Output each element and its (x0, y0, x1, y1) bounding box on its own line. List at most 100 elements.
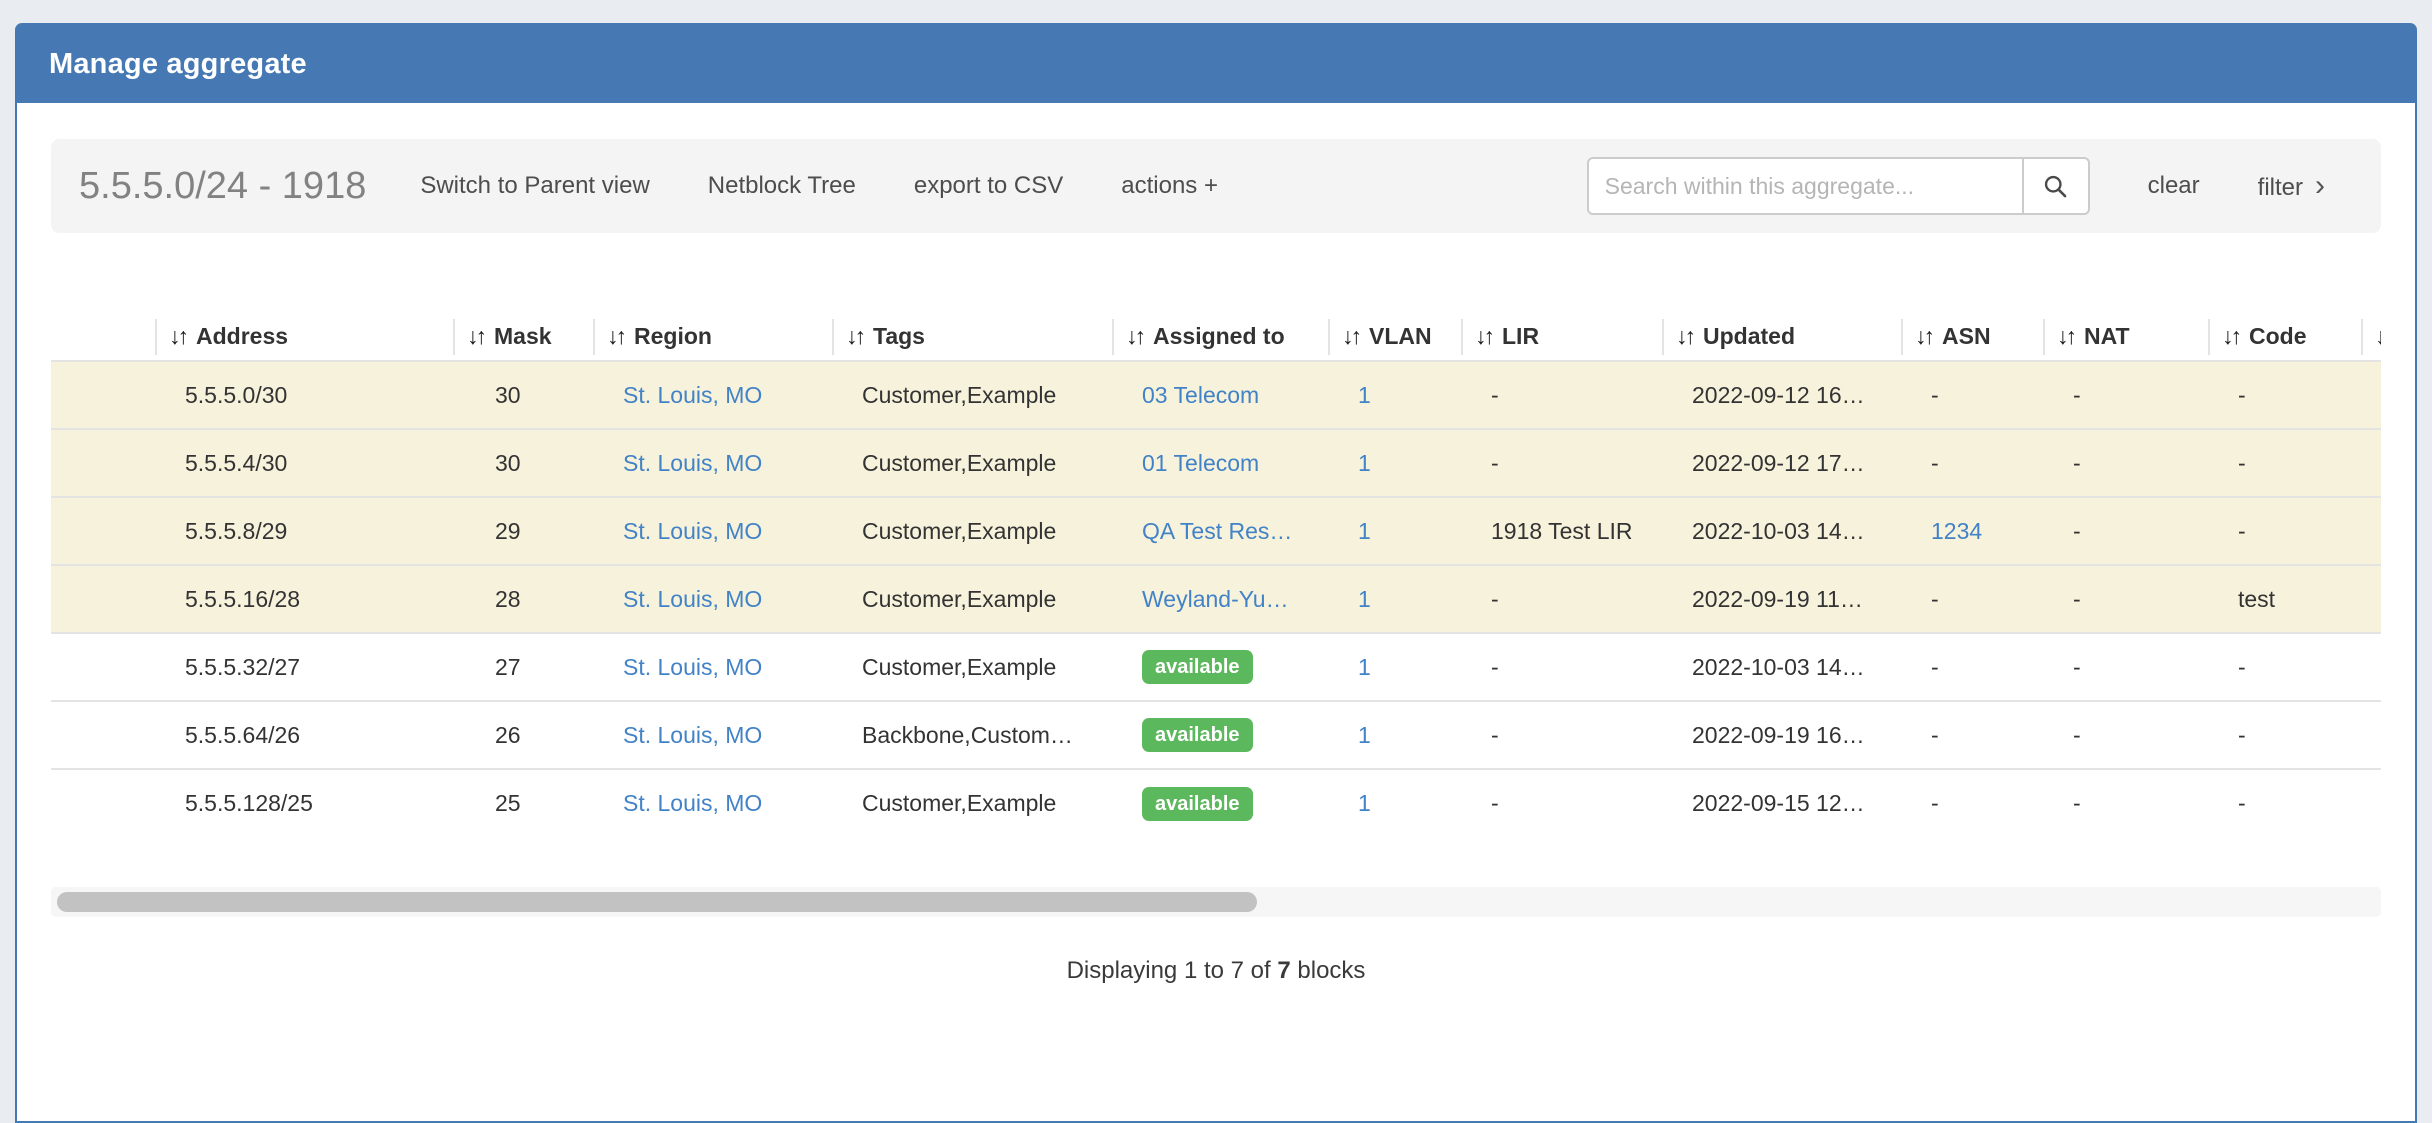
cell-region: St. Louis, MO (593, 565, 832, 633)
vlan-link[interactable]: 1 (1358, 382, 1371, 408)
vlan-link[interactable]: 1 (1358, 518, 1371, 544)
asn-link[interactable]: 1234 (1931, 518, 1982, 544)
table-row: 5.5.5.8/2929St. Louis, MOCustomer,Exampl… (51, 497, 2381, 565)
cell-asn: - (1901, 633, 2043, 701)
cell-updated: 2022-09-19 16… (1662, 701, 1901, 769)
cell-mask: 29 (453, 497, 593, 565)
cell-code: - (2208, 361, 2361, 429)
column-label: LIR (1502, 323, 1539, 349)
available-badge: available (1142, 718, 1253, 752)
search-input[interactable] (1587, 157, 2024, 215)
filter-link[interactable]: filter› (2258, 169, 2325, 203)
vlan-link[interactable]: 1 (1358, 790, 1371, 816)
updated-value: 2022-10-03 14… (1692, 518, 1865, 544)
column-header-mask[interactable]: ↓↑Mask (453, 313, 593, 361)
column-label: Updated (1703, 323, 1795, 349)
cell-tags: Customer,Example (832, 361, 1112, 429)
asn-value: - (1931, 790, 1939, 816)
column-header-asn[interactable]: ↓↑ ASN (1901, 313, 2043, 361)
cell-extra (2361, 497, 2381, 565)
cell-lir: - (1461, 701, 1662, 769)
cell-assigned: available (1112, 633, 1328, 701)
mask-value: 26 (495, 722, 521, 748)
column-header-lir[interactable]: ↓↑LIR (1461, 313, 1662, 361)
search-button[interactable] (2022, 157, 2090, 215)
assigned-link[interactable]: Weyland-Yu… (1142, 586, 1289, 612)
nat-value: - (2073, 654, 2081, 680)
assigned-link[interactable]: 01 Telecom (1142, 450, 1259, 476)
region-link[interactable]: St. Louis, MO (623, 722, 762, 748)
sort-icon: ↓↑ (2222, 323, 2239, 349)
cell-mask: 30 (453, 361, 593, 429)
available-badge: available (1142, 650, 1253, 684)
clear-search-link[interactable]: clear (2148, 172, 2200, 200)
region-link[interactable]: St. Louis, MO (623, 586, 762, 612)
column-header-extra[interactable]: ↓↑ (2361, 313, 2381, 361)
column-label: ASN (1942, 323, 1991, 349)
cell-spacer (51, 497, 155, 565)
nat-value: - (2073, 722, 2081, 748)
sort-icon: ↓↑ (607, 323, 624, 349)
updated-value: 2022-09-19 16… (1692, 722, 1865, 748)
asn-value: - (1931, 382, 1939, 408)
column-header-region[interactable]: ↓↑Region (593, 313, 832, 361)
tags-value: Customer,Example (862, 790, 1056, 816)
region-link[interactable]: St. Louis, MO (623, 790, 762, 816)
cell-nat: - (2043, 497, 2208, 565)
lir-value: - (1491, 722, 1499, 748)
cell-address: 5.5.5.0/30 (155, 361, 453, 429)
cell-mask: 30 (453, 429, 593, 497)
tags-value: Customer,Example (862, 586, 1056, 612)
region-link[interactable]: St. Louis, MO (623, 518, 762, 544)
region-link[interactable]: St. Louis, MO (623, 654, 762, 680)
column-label: Address (196, 323, 288, 349)
column-header-tags[interactable]: ↓↑Tags (832, 313, 1112, 361)
vlan-link[interactable]: 1 (1358, 586, 1371, 612)
cell-spacer (51, 701, 155, 769)
cell-tags: Backbone,Custom… (832, 701, 1112, 769)
vlan-link[interactable]: 1 (1358, 654, 1371, 680)
export-to-csv-link[interactable]: export to CSV (914, 172, 1063, 200)
column-header-vlan[interactable]: ↓↑VLAN (1328, 313, 1461, 361)
cell-lir: - (1461, 633, 1662, 701)
mask-value: 30 (495, 450, 521, 476)
cell-assigned: 01 Telecom (1112, 429, 1328, 497)
cell-spacer (51, 361, 155, 429)
cell-region: St. Louis, MO (593, 429, 832, 497)
horizontal-scrollbar[interactable] (51, 887, 2381, 917)
actions-menu-button[interactable]: actions + (1121, 172, 1218, 200)
code-value: - (2238, 722, 2246, 748)
cell-updated: 2022-09-15 12… (1662, 769, 1901, 837)
mask-value: 25 (495, 790, 521, 816)
chevron-right-icon: › (2315, 169, 2325, 202)
cell-code: - (2208, 429, 2361, 497)
vlan-link[interactable]: 1 (1358, 450, 1371, 476)
cell-asn: - (1901, 429, 2043, 497)
cell-nat: - (2043, 361, 2208, 429)
sort-icon: ↓↑ (846, 323, 863, 349)
cell-lir: - (1461, 429, 1662, 497)
column-header-assigned[interactable]: ↓↑Assigned to (1112, 313, 1328, 361)
switch-to-parent-view-link[interactable]: Switch to Parent view (420, 172, 649, 200)
scrollbar-thumb[interactable] (57, 892, 1257, 912)
assigned-link[interactable]: 03 Telecom (1142, 382, 1259, 408)
table-row: 5.5.5.4/3030St. Louis, MOCustomer,Exampl… (51, 429, 2381, 497)
column-header-address[interactable]: ↓↑Address (155, 313, 453, 361)
vlan-link[interactable]: 1 (1358, 722, 1371, 748)
sort-icon: ↓↑ (467, 323, 484, 349)
cell-tags: Customer,Example (832, 633, 1112, 701)
sort-icon: ↓↑ (1915, 323, 1932, 349)
sort-icon: ↓↑ (1342, 323, 1359, 349)
lir-value: - (1491, 654, 1499, 680)
column-header-updated[interactable]: ↓↑Updated (1662, 313, 1901, 361)
table-row: 5.5.5.128/2525St. Louis, MOCustomer,Exam… (51, 769, 2381, 837)
record-count: Displaying 1 to 7 of 7 blocks (51, 957, 2381, 985)
region-link[interactable]: St. Louis, MO (623, 382, 762, 408)
column-header-code[interactable]: ↓↑Code (2208, 313, 2361, 361)
netblock-tree-link[interactable]: Netblock Tree (708, 172, 856, 200)
assigned-link[interactable]: QA Test Res… (1142, 518, 1292, 544)
column-header-nat[interactable]: ↓↑NAT (2043, 313, 2208, 361)
sort-icon: ↓↑ (1126, 323, 1143, 349)
cell-tags: Customer,Example (832, 497, 1112, 565)
region-link[interactable]: St. Louis, MO (623, 450, 762, 476)
